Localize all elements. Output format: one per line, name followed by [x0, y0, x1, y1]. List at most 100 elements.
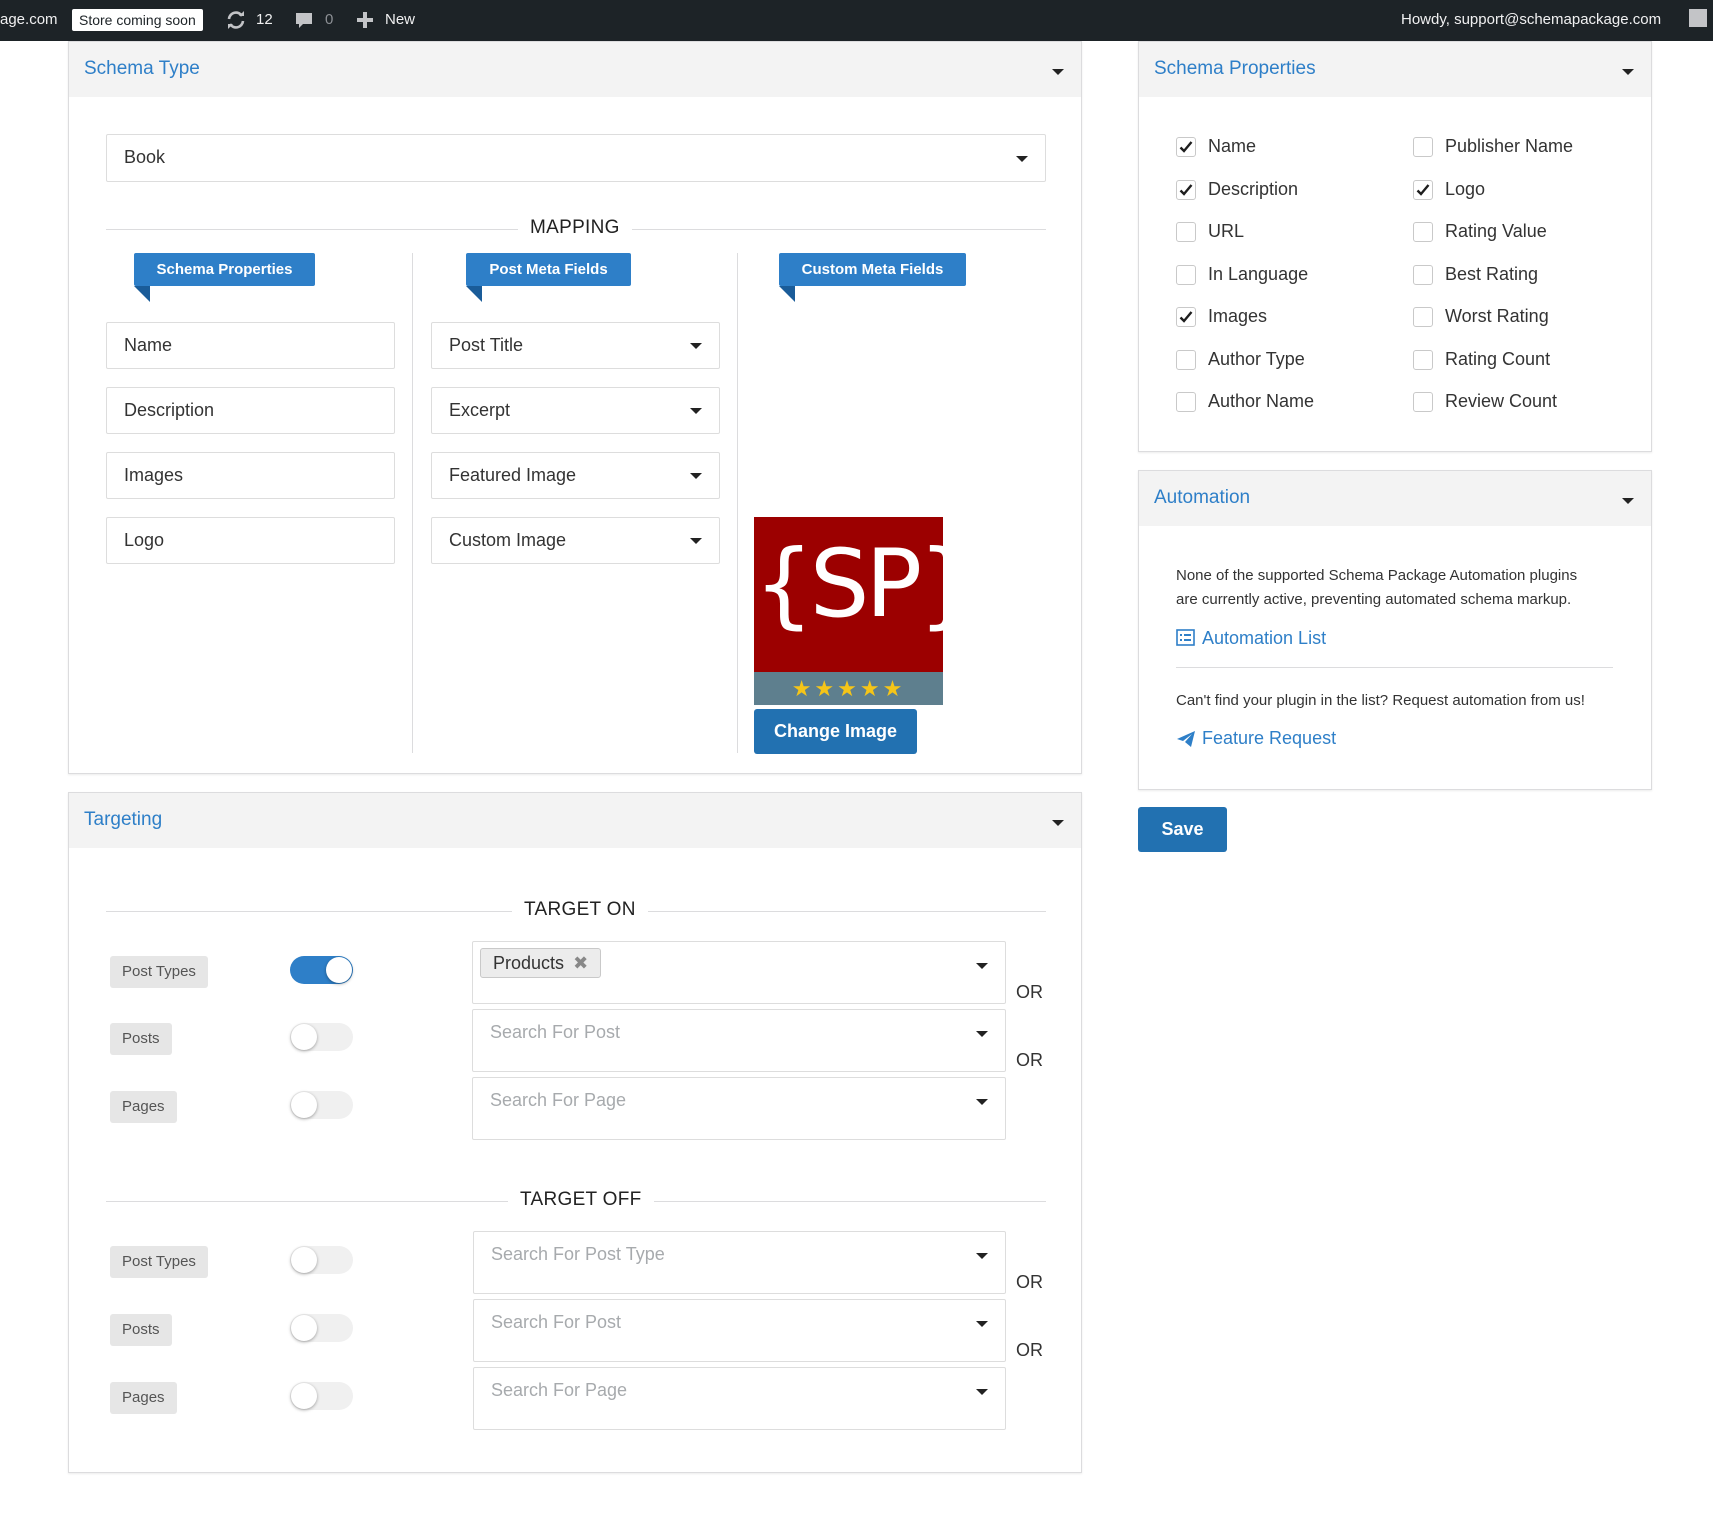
save-button[interactable]: Save [1138, 807, 1227, 852]
change-image-button[interactable]: Change Image [754, 709, 917, 754]
plus-icon[interactable] [356, 11, 374, 33]
target-off-post-types-select[interactable]: Search For Post Type [473, 1231, 1006, 1294]
schema-type-panel-header[interactable]: Schema Type [69, 42, 1081, 97]
store-coming-soon-badge[interactable]: Store coming soon [72, 9, 203, 31]
checkbox-label-images[interactable]: Images [1208, 306, 1267, 327]
target-off-pages-select[interactable]: Search For Page [473, 1367, 1006, 1430]
target-off-post-types-toggle[interactable] [290, 1246, 353, 1274]
property-field-name[interactable]: Name [106, 322, 395, 369]
checkbox-rating-count[interactable] [1413, 349, 1433, 370]
collapse-caret-icon[interactable] [1622, 498, 1634, 504]
selected-chip-products: Products ✖ [480, 948, 602, 978]
placeholder-text: Search For Post [490, 1022, 621, 1042]
chevron-down-icon [976, 1031, 988, 1037]
schema-properties-panel: Schema Properties Name Description URL In L… [1138, 41, 1652, 452]
target-on-pages-toggle[interactable] [290, 1091, 353, 1119]
placeholder-text: Search For Page [491, 1380, 628, 1400]
checkbox-publisher-name[interactable] [1413, 137, 1433, 157]
meta-field-value: Post Title [449, 335, 524, 355]
checkbox-label-worst-rating[interactable]: Worst Rating [1445, 306, 1549, 327]
checkbox-worst-rating[interactable] [1413, 307, 1433, 327]
schema-type-select[interactable]: Book [106, 134, 1046, 182]
checkbox-label-logo[interactable]: Logo [1445, 179, 1485, 200]
updates-icon[interactable] [225, 10, 247, 34]
target-on-post-types-select[interactable]: Products ✖ [472, 941, 1006, 1004]
logo-rating-stars: ★★★★★ [754, 672, 943, 705]
checkbox-label-author-name[interactable]: Author Name [1208, 391, 1314, 412]
collapse-caret-icon[interactable] [1622, 69, 1634, 75]
meta-field-value: Custom Image [449, 530, 567, 550]
target-on-pages-select[interactable]: Search For Page [472, 1077, 1006, 1140]
target-off-posts-label: Posts [110, 1314, 172, 1346]
checkbox-rating-value[interactable] [1413, 222, 1433, 242]
avatar[interactable] [1689, 9, 1707, 27]
checkbox-label-name[interactable]: Name [1208, 136, 1256, 157]
collapse-caret-icon[interactable] [1052, 69, 1064, 75]
schema-properties-panel-header[interactable]: Schema Properties [1139, 42, 1651, 97]
checkbox-label-author-type[interactable]: Author Type [1208, 349, 1305, 370]
schema-type-value: Book [124, 147, 166, 167]
target-off-posts-select[interactable]: Search For Post [473, 1299, 1006, 1362]
property-field-images[interactable]: Images [106, 452, 395, 499]
new-menu-item[interactable]: New [385, 11, 415, 28]
panel-title: Automation [1154, 487, 1251, 508]
checkbox-label-rating-value[interactable]: Rating Value [1445, 221, 1547, 242]
checkbox-description[interactable] [1176, 179, 1196, 200]
meta-field-select-description[interactable]: Excerpt [431, 387, 720, 434]
checkbox-label-url[interactable]: URL [1208, 221, 1244, 242]
checkbox-label-rating-count[interactable]: Rating Count [1445, 349, 1550, 370]
checkbox-label-review-count[interactable]: Review Count [1445, 391, 1557, 412]
target-off-pages-label: Pages [110, 1382, 177, 1414]
checkbox-author-type[interactable] [1176, 349, 1196, 370]
checkbox-label-description[interactable]: Description [1208, 179, 1298, 200]
property-field-description[interactable]: Description [106, 387, 395, 434]
automation-message-line-1: None of the supported Schema Package Aut… [1176, 567, 1578, 584]
account-greeting[interactable]: Howdy, support@schemapackage.com [1401, 11, 1661, 28]
comments-count[interactable]: 0 [325, 11, 333, 28]
checkbox-images[interactable] [1176, 307, 1196, 327]
property-label: Logo [124, 530, 165, 550]
target-on-posts-toggle[interactable] [290, 1023, 353, 1051]
meta-field-value: Featured Image [449, 465, 577, 485]
checkmark-icon [1179, 141, 1193, 153]
checkbox-url[interactable] [1176, 222, 1196, 242]
target-off-posts-toggle[interactable] [290, 1314, 353, 1342]
close-icon[interactable]: ✖ [573, 953, 588, 973]
placeholder-text: Search For Page [490, 1090, 627, 1110]
chevron-down-icon [976, 1253, 988, 1259]
site-name-link[interactable]: age.com [0, 11, 58, 28]
checkbox-label-publisher-name[interactable]: Publisher Name [1445, 136, 1573, 157]
checkbox-label-in-language[interactable]: In Language [1208, 264, 1308, 285]
collapse-caret-icon[interactable] [1052, 820, 1064, 826]
meta-field-select-name[interactable]: Post Title [431, 322, 720, 369]
ribbon-tail [134, 286, 150, 302]
admin-bar: age.com Store coming soon 12 0 New Howdy… [0, 0, 1713, 41]
automation-message-line-2: are currently active, preventing automat… [1176, 591, 1572, 608]
checkbox-review-count[interactable] [1413, 392, 1433, 412]
target-on-post-types-toggle[interactable] [290, 956, 353, 984]
checkbox-in-language[interactable] [1176, 264, 1196, 285]
meta-field-select-logo[interactable]: Custom Image [431, 517, 720, 564]
automation-list-link[interactable]: Automation List [1202, 628, 1326, 649]
panel-title: Schema Properties [1154, 58, 1316, 79]
chevron-down-icon [976, 963, 988, 969]
feature-request-link[interactable]: Feature Request [1202, 728, 1336, 749]
targeting-panel-header[interactable]: Targeting [69, 793, 1081, 848]
checkbox-label-best-rating[interactable]: Best Rating [1445, 264, 1538, 285]
target-on-posts-select[interactable]: Search For Post [472, 1009, 1006, 1072]
automation-panel-header[interactable]: Automation [1139, 471, 1651, 526]
checkbox-logo[interactable] [1413, 179, 1433, 200]
column-divider [412, 253, 413, 753]
meta-field-select-images[interactable]: Featured Image [431, 452, 720, 499]
schema-type-panel: Schema Type Book MAPPING Schema Properti… [68, 41, 1082, 774]
ribbon-post-meta-fields: Post Meta Fields [466, 253, 631, 286]
updates-count[interactable]: 12 [256, 11, 273, 28]
checkbox-best-rating[interactable] [1413, 264, 1433, 285]
comment-icon[interactable] [294, 11, 314, 35]
checkbox-name[interactable] [1176, 137, 1196, 157]
property-field-logo[interactable]: Logo [106, 517, 395, 564]
checkbox-author-name[interactable] [1176, 392, 1196, 412]
toggle-knob [326, 957, 352, 983]
target-off-pages-toggle[interactable] [290, 1382, 353, 1410]
ribbon-tail [466, 286, 482, 302]
